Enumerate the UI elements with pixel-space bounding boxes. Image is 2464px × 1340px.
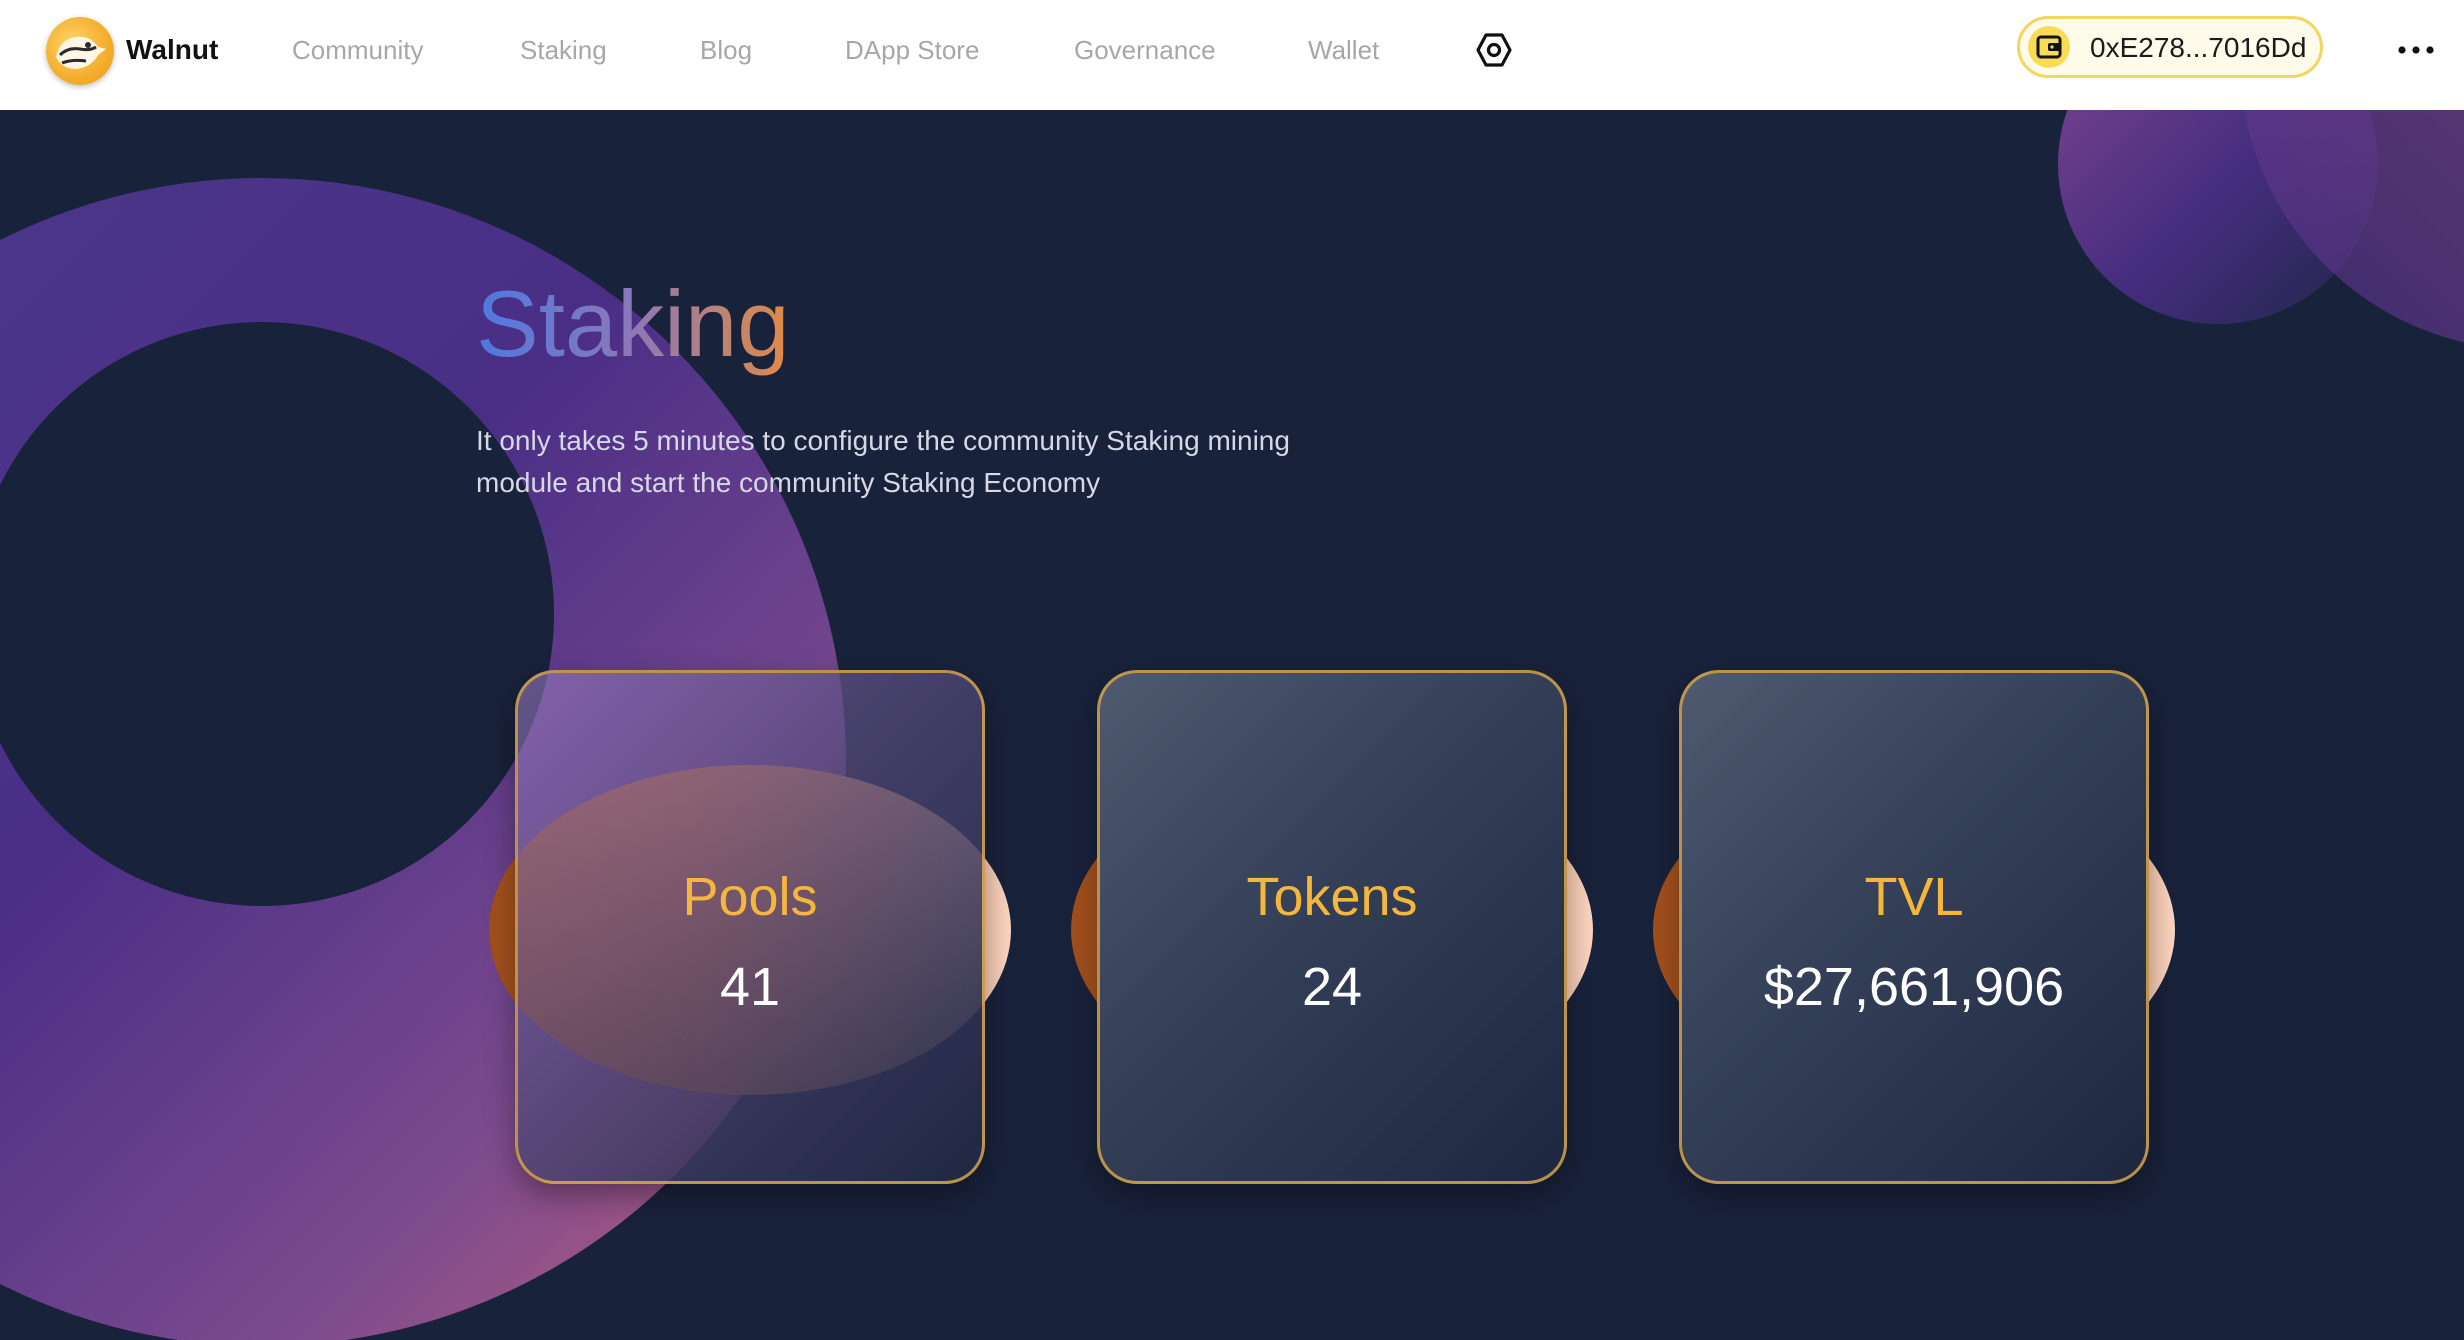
stat-card-panel: Pools 41 xyxy=(515,670,985,1184)
wallet-icon xyxy=(2028,26,2070,68)
stat-card-panel: Tokens 24 xyxy=(1097,670,1567,1184)
page-description: It only takes 5 minutes to configure the… xyxy=(476,425,1290,498)
nav-item-governance[interactable]: Governance xyxy=(1074,32,1216,68)
staking-page: Walnut Community Staking Blog DApp Store… xyxy=(0,0,2464,1340)
more-horizontal-icon xyxy=(2398,46,2434,54)
walnut-logo-icon[interactable] xyxy=(46,17,114,85)
stat-label: Pools xyxy=(682,867,818,927)
hexagon-gear-icon xyxy=(1476,33,1512,67)
nav-item-staking[interactable]: Staking xyxy=(520,32,607,68)
wallet-address: 0xE278...7016Dd xyxy=(2090,32,2307,63)
nav-item-blog[interactable]: Blog xyxy=(700,32,752,68)
stat-card-tokens: Tokens 24 xyxy=(1071,670,1593,1184)
nav-item-community[interactable]: Community xyxy=(292,32,423,68)
page-title: Staking xyxy=(476,264,790,384)
stat-card-tvl: TVL $27,661,906 xyxy=(1653,670,2175,1184)
settings-button[interactable] xyxy=(1474,30,1514,70)
more-menu-button[interactable] xyxy=(2396,30,2436,70)
stat-label: Tokens xyxy=(1246,867,1418,927)
wallet-connect-button[interactable]: 0xE278...7016Dd xyxy=(2017,16,2323,78)
brand-name[interactable]: Walnut xyxy=(126,32,218,68)
nav-item-wallet[interactable]: Wallet xyxy=(1308,32,1379,68)
stat-card-panel: TVL $27,661,906 xyxy=(1679,670,2149,1184)
stat-value: $27,661,906 xyxy=(1763,957,2065,1017)
stat-value: 24 xyxy=(1301,957,1363,1017)
nav-item-dapp-store[interactable]: DApp Store xyxy=(845,32,979,68)
stat-label: TVL xyxy=(1864,867,1964,927)
top-navbar: Walnut Community Staking Blog DApp Store… xyxy=(0,0,2464,110)
stat-card-pools: Pools 41 xyxy=(489,670,1011,1184)
stat-value: 41 xyxy=(719,957,781,1017)
